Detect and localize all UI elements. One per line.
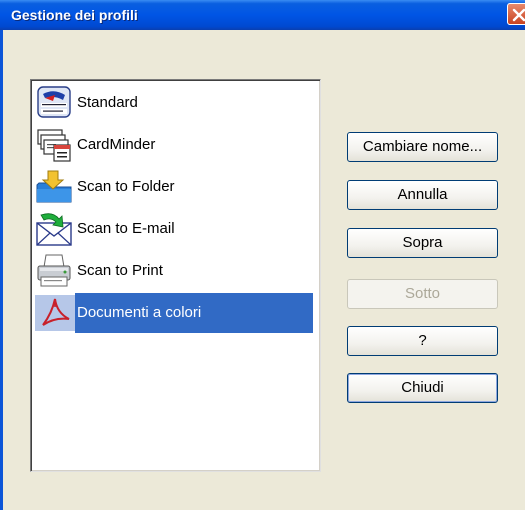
profile-item-cardminder[interactable]: CardMinder	[34, 125, 319, 165]
move-down-button[interactable]: Sotto	[347, 279, 498, 309]
email-icon	[36, 213, 72, 246]
profile-item-scan-to-folder[interactable]: Scan to Folder	[34, 167, 319, 207]
profile-label: CardMinder	[77, 136, 156, 153]
close-button[interactable]: Chiudi	[347, 373, 498, 403]
title-bar[interactable]: Gestione dei profili	[0, 0, 525, 30]
profile-item-documenti-a-colori[interactable]: Documenti a colori	[34, 293, 319, 333]
rename-button[interactable]: Cambiare nome...	[347, 132, 498, 162]
profile-item-scan-to-print[interactable]: Scan to Print	[34, 251, 319, 291]
window-frame	[0, 30, 3, 510]
profile-label: Scan to Print	[77, 262, 163, 279]
profile-label: Documenti a colori	[75, 293, 313, 333]
move-up-button[interactable]: Sopra	[347, 228, 498, 258]
cardminder-icon	[37, 129, 71, 162]
help-button[interactable]: ?	[347, 326, 498, 356]
profile-label: Scan to E-mail	[77, 220, 175, 237]
scansnap-organizer-icon	[37, 86, 71, 118]
profile-label: Standard	[77, 94, 138, 111]
profile-list[interactable]: Standard CardMinder Scan to Folder Scan …	[30, 79, 321, 472]
profile-manager-dialog: Gestione dei profili Standard CardMinder…	[0, 0, 525, 510]
close-window-button[interactable]	[507, 3, 525, 25]
profile-item-scan-to-email[interactable]: Scan to E-mail	[34, 209, 319, 249]
profile-item-standard[interactable]: Standard	[34, 83, 319, 123]
cancel-button[interactable]: Annulla	[347, 180, 498, 210]
folder-icon	[36, 170, 72, 203]
window-title: Gestione dei profili	[11, 7, 138, 23]
printer-icon	[37, 254, 71, 287]
profile-label: Scan to Folder	[77, 178, 175, 195]
close-icon	[512, 8, 525, 22]
pdf-icon	[35, 295, 75, 331]
